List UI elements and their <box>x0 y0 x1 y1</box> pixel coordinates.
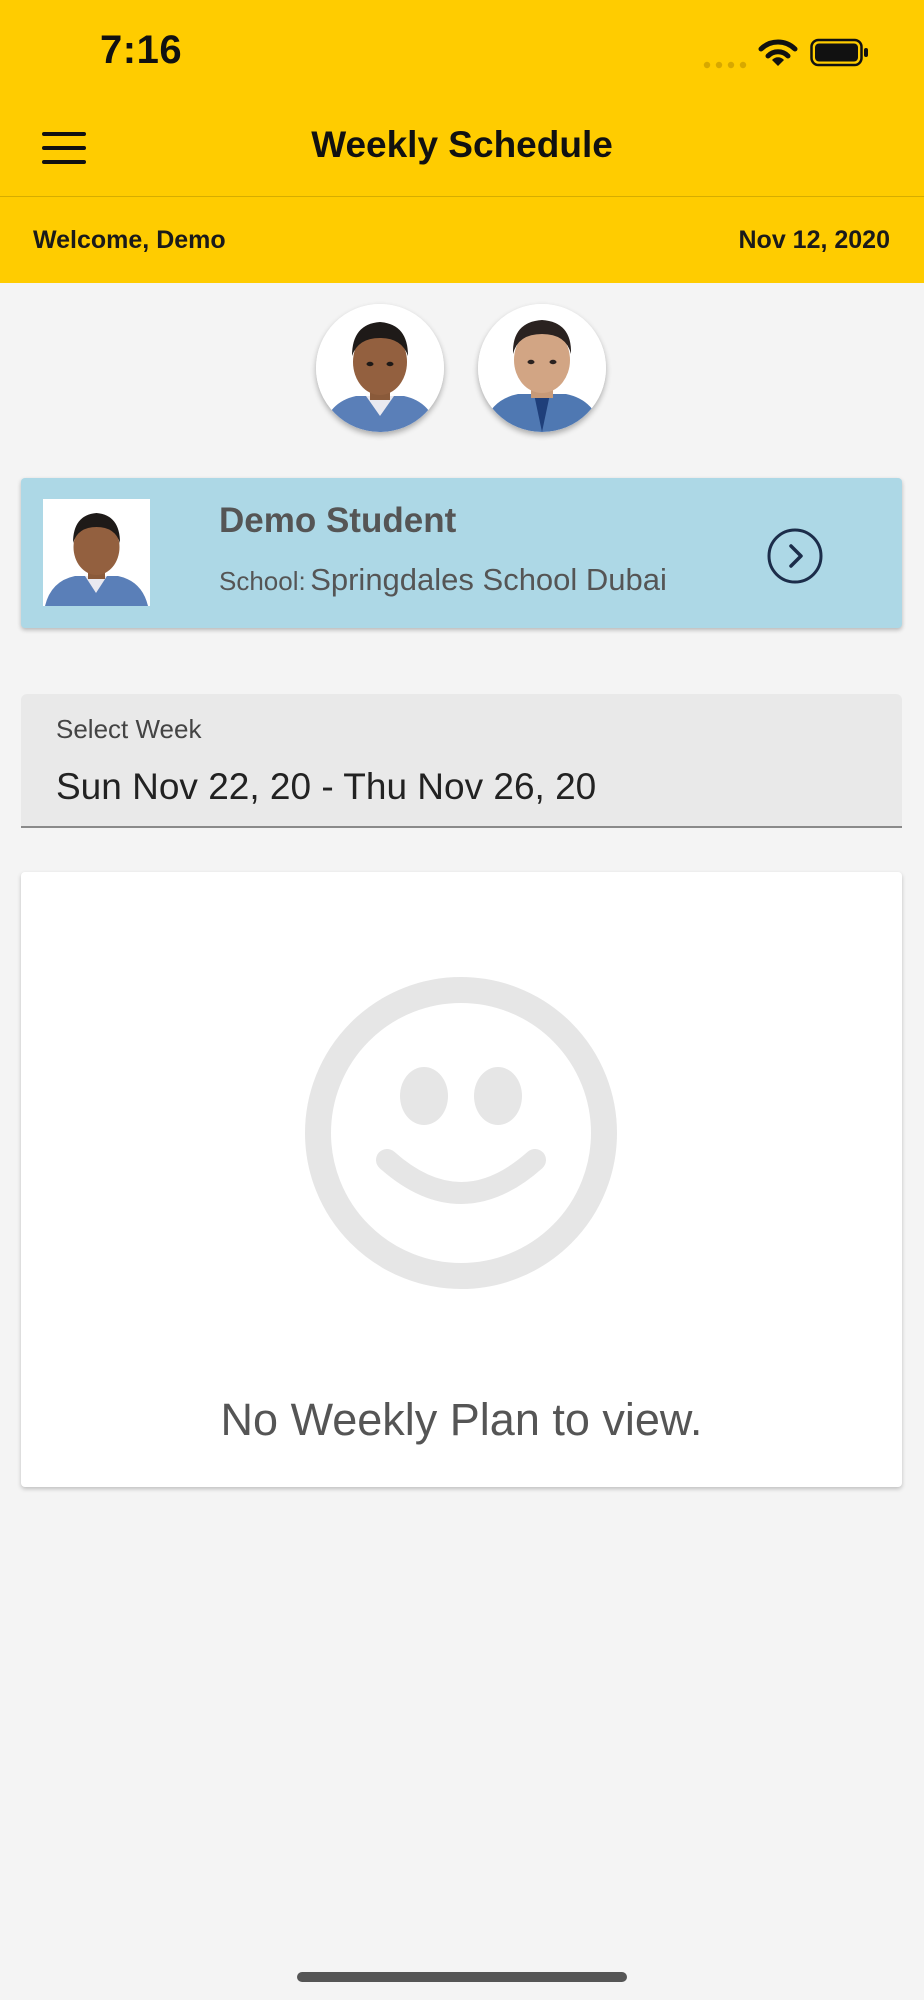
wifi-icon <box>758 38 798 68</box>
school-name: Springdales School Dubai <box>310 562 667 597</box>
empty-state-message: No Weekly Plan to view. <box>220 1394 703 1445</box>
signal-icon <box>703 57 747 69</box>
school-label: School: <box>219 566 306 596</box>
student-avatar-2[interactable] <box>478 304 606 432</box>
welcome-text: Welcome, Demo <box>33 226 226 254</box>
student-card[interactable]: Demo Student School: Springdales School … <box>21 478 902 628</box>
week-select-value: Sun Nov 22, 20 - Thu Nov 26, 20 <box>56 766 597 807</box>
current-date: Nov 12, 2020 <box>738 226 891 254</box>
week-select[interactable]: Select Week Sun Nov 22, 20 - Thu Nov 26,… <box>21 694 902 828</box>
weekly-plan-card: No Weekly Plan to view. <box>21 872 902 1487</box>
status-time: 7:16 <box>100 28 183 72</box>
week-select-label: Select Week <box>56 714 202 744</box>
student-photo <box>43 499 150 606</box>
page-title: Weekly Schedule <box>311 124 613 165</box>
school-line: School: Springdales School Dubai <box>219 562 667 598</box>
student-name: Demo Student <box>219 501 457 540</box>
student-avatar-1[interactable] <box>316 304 444 432</box>
smiley-icon <box>302 974 620 1292</box>
home-indicator[interactable] <box>297 1972 627 1982</box>
battery-icon <box>810 38 870 68</box>
chevron-right-circle-icon[interactable] <box>767 528 823 584</box>
